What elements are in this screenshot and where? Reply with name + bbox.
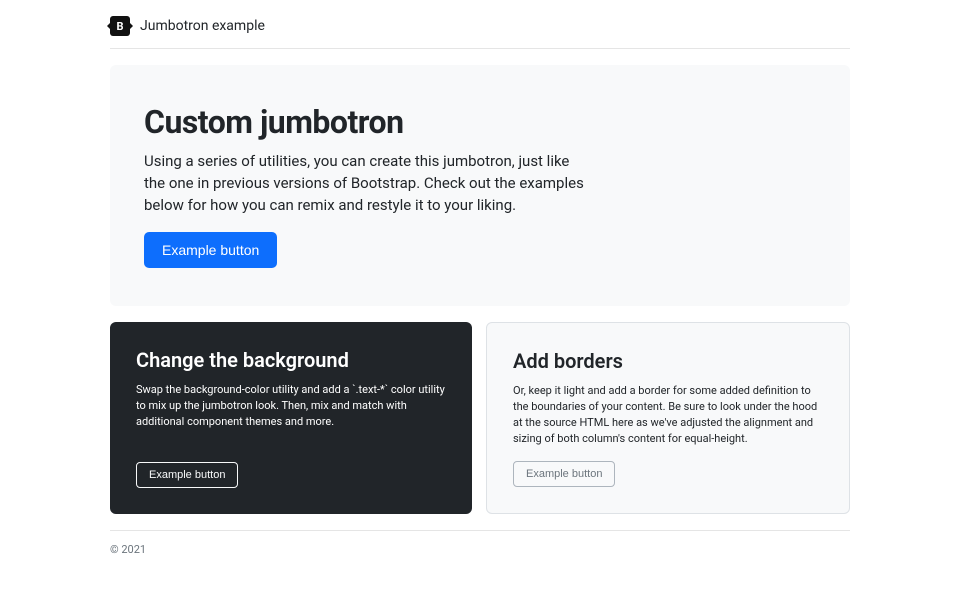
card-change-background: Change the background Swap the backgroun…: [110, 322, 472, 514]
jumbotron-main: Custom jumbotron Using a series of utili…: [110, 65, 850, 306]
card-left-body: Swap the background-color utility and ad…: [136, 382, 446, 448]
card-row: Change the background Swap the backgroun…: [110, 322, 850, 514]
header: B Jumbotron example: [110, 16, 850, 49]
logo-letter: B: [116, 20, 123, 33]
footer: © 2021: [110, 530, 850, 556]
jumbotron-example-button[interactable]: Example button: [144, 232, 277, 268]
jumbotron-title: Custom jumbotron: [144, 103, 816, 141]
jumbotron-body: Using a series of utilities, you can cre…: [144, 151, 589, 216]
card-right-title: Add borders: [513, 349, 823, 373]
card-add-borders: Add borders Or, keep it light and add a …: [486, 322, 850, 514]
bootstrap-logo-icon: B: [110, 16, 130, 36]
card-right-body: Or, keep it light and add a border for s…: [513, 383, 823, 447]
brand-text[interactable]: Jumbotron example: [140, 18, 265, 34]
card-left-title: Change the background: [136, 348, 446, 372]
copyright-text: © 2021: [110, 543, 146, 556]
card-right-example-button[interactable]: Example button: [513, 461, 615, 487]
card-left-example-button[interactable]: Example button: [136, 462, 238, 488]
